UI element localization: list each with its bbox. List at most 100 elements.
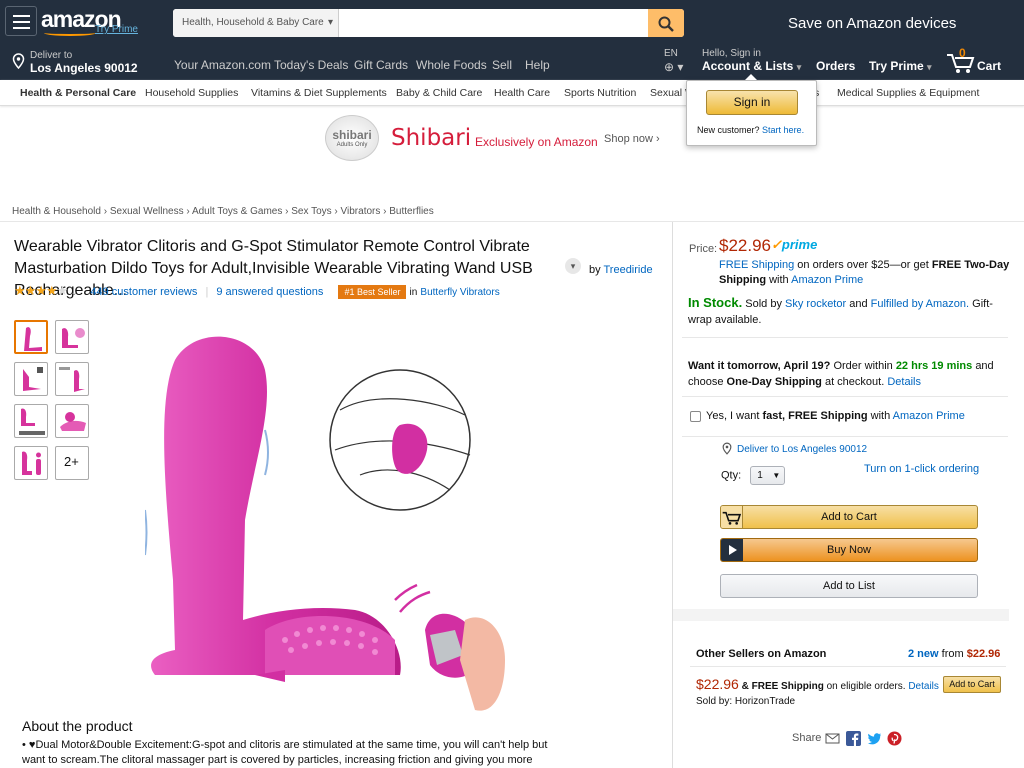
thumbnail-6[interactable] <box>55 404 89 438</box>
qty-dropdown[interactable]: 1 ▼ <box>750 466 786 485</box>
twitter-share-icon[interactable] <box>867 731 882 746</box>
breadcrumb-vibrators[interactable]: Vibrators <box>341 206 381 217</box>
fast-amazon-prime-link[interactable]: Amazon Prime <box>893 410 965 422</box>
add-to-list-button[interactable]: Add to List <box>720 574 978 598</box>
separator: | <box>205 286 209 298</box>
badge-in: in <box>409 287 418 298</box>
breadcrumb: Health & Household › Sexual Wellness › A… <box>12 206 434 217</box>
pinterest-share-icon[interactable] <box>887 731 902 746</box>
product-thumbnail-image <box>59 367 85 392</box>
details-link[interactable]: Details <box>887 376 921 388</box>
buy-now-button[interactable]: Buy Now <box>720 538 978 562</box>
account-lists-menu[interactable]: Hello, Sign in Account & Lists ▾ <box>702 48 801 73</box>
deliver-location: Los Angeles 90012 <box>30 61 138 75</box>
globe-icon: ⊕ ▾ <box>664 60 684 74</box>
subnav-health-care[interactable]: Health Care <box>494 87 550 99</box>
subnav-sports-nutrition[interactable]: Sports Nutrition <box>564 87 636 99</box>
nav-todays-deals[interactable]: Today's Deals <box>274 58 348 72</box>
try-prime-link[interactable]: Try Prime <box>95 24 138 35</box>
subnav-household-supplies[interactable]: Household Supplies <box>145 87 238 99</box>
offer-add-to-cart-button[interactable]: Add to Cart <box>943 676 1001 693</box>
price: $22.96 <box>719 236 771 255</box>
price-label: Price: <box>689 243 718 255</box>
thumbnail-7[interactable] <box>14 446 48 480</box>
deliver-label: Deliver to <box>30 50 73 61</box>
nav-gift-cards[interactable]: Gift Cards <box>354 58 408 72</box>
sign-in-button[interactable]: Sign in <box>706 90 798 115</box>
more-thumbnails-label: 2+ <box>64 454 79 469</box>
one-click-link[interactable]: Turn on 1-click ordering <box>864 463 979 475</box>
shibari-seal-logo: shibari Adults Only <box>325 115 379 161</box>
offer-sold-by: Sold by: HorizonTrade <box>696 696 796 707</box>
search-button[interactable] <box>648 9 684 37</box>
star-rating-icon[interactable]: ★★★★★ <box>14 283 68 298</box>
breadcrumb-butterflies[interactable]: Butterflies <box>389 206 433 217</box>
brand-banner[interactable]: shibari Adults Only Shibari Exclusively … <box>325 115 670 161</box>
breadcrumb-sex-toys[interactable]: Sex Toys <box>291 206 331 217</box>
subnav-health-personal-care[interactable]: Health & Personal Care <box>20 87 136 99</box>
nav-whole-foods[interactable]: Whole Foods <box>416 58 487 72</box>
language-selector[interactable]: EN ⊕ ▾ <box>664 48 683 74</box>
subnav-medical-supplies[interactable]: Medical Supplies & Equipment <box>837 87 979 99</box>
breadcrumb-sexual-wellness[interactable]: Sexual Wellness <box>110 206 184 217</box>
subnav-baby-child-care[interactable]: Baby & Child Care <box>396 87 482 99</box>
breadcrumb-adult-toys[interactable]: Adult Toys & Games <box>192 206 282 217</box>
seller-link[interactable]: Sky rocketor <box>785 298 846 310</box>
in-stock-status: In Stock. <box>688 295 743 310</box>
title-expand-icon[interactable]: ▾ <box>565 258 581 274</box>
qty-value: 1 <box>757 470 763 481</box>
rating-chevron-icon[interactable]: ⌄ <box>70 287 80 297</box>
thumbnail-3[interactable] <box>14 362 48 396</box>
thumbnail-1[interactable] <box>14 320 48 354</box>
hamburger-menu-icon[interactable] <box>5 6 37 36</box>
search-input[interactable] <box>339 9 648 37</box>
add-to-cart-button[interactable]: Add to Cart <box>720 505 978 529</box>
promo-devices-link[interactable]: Save on Amazon devices <box>788 15 956 32</box>
nav-sell[interactable]: Sell <box>492 58 512 72</box>
thumbnail-4[interactable] <box>55 362 89 396</box>
best-seller-badge: #1 Best Seller <box>338 285 407 299</box>
nav-help[interactable]: Help <box>525 58 550 72</box>
cart-link[interactable]: Cart <box>977 59 1001 73</box>
main-product-image[interactable] <box>145 330 545 720</box>
offer-details-link[interactable]: Details <box>908 681 939 692</box>
deliver-to-location[interactable]: Deliver to Los Angeles 90012 <box>30 50 138 75</box>
thumbnail-5[interactable] <box>14 404 48 438</box>
fulfilled-by-amazon-link[interactable]: Fulfilled by Amazon. <box>871 298 969 310</box>
at-checkout-text: at checkout. <box>824 376 885 388</box>
search-category-dropdown[interactable]: Health, Household & Baby Care <box>173 9 339 37</box>
breadcrumb-health-household[interactable]: Health & Household <box>12 206 101 217</box>
thumbnail-more[interactable]: 2+ <box>55 446 89 480</box>
brand-link[interactable]: Treediride <box>603 264 652 276</box>
from-text: from <box>941 648 964 660</box>
feature-bullet-text: ♥Dual Motor&Double Excitement:G-spot and… <box>22 739 548 766</box>
product-thumbnail-image <box>23 367 43 391</box>
chevron-down-icon: ▼ <box>772 471 781 480</box>
cart-icon <box>721 506 743 528</box>
answered-questions-link[interactable]: 9 answered questions <box>216 286 323 298</box>
new-offers-link[interactable]: 2 new <box>908 648 939 660</box>
badge-category-link[interactable]: Butterfly Vibrators <box>420 287 499 298</box>
subnav-vitamins[interactable]: Vitamins & Diet Supplements <box>251 87 387 99</box>
thumbnail-2[interactable] <box>55 320 89 354</box>
nav-your-amazon[interactable]: Your Amazon.com <box>174 58 271 72</box>
free-shipping-link[interactable]: FREE Shipping <box>719 259 794 271</box>
customer-reviews-link[interactable]: 449 customer reviews <box>90 286 197 298</box>
countdown-timer: 22 hrs 19 mins <box>895 360 973 372</box>
facebook-share-icon[interactable] <box>846 731 861 746</box>
email-share-icon[interactable] <box>825 731 840 746</box>
new-offers: 2 new from $22.96 <box>908 648 1000 660</box>
about-product-heading: About the product <box>22 718 133 734</box>
fast-shipping-label[interactable]: Yes, I want fast, FREE Shipping with Ama… <box>706 410 965 422</box>
deliver-to-link[interactable]: Deliver to Los Angeles 90012 <box>737 444 867 455</box>
try-prime-menu[interactable]: Try Prime ▾ <box>869 59 932 73</box>
one-day-shipping-text: One-Day Shipping <box>726 376 822 388</box>
location-pin-icon <box>12 53 25 69</box>
fast-shipping-checkbox[interactable] <box>690 411 701 422</box>
banner-shop-now[interactable]: Shop now › <box>604 133 660 145</box>
orders-link[interactable]: Orders <box>816 59 855 73</box>
banner-brand-name: Shibari <box>391 125 472 151</box>
amazon-prime-link[interactable]: Amazon Prime <box>791 274 863 286</box>
new-customer-label: New customer? <box>697 125 760 135</box>
start-here-link[interactable]: Start here. <box>762 125 804 135</box>
